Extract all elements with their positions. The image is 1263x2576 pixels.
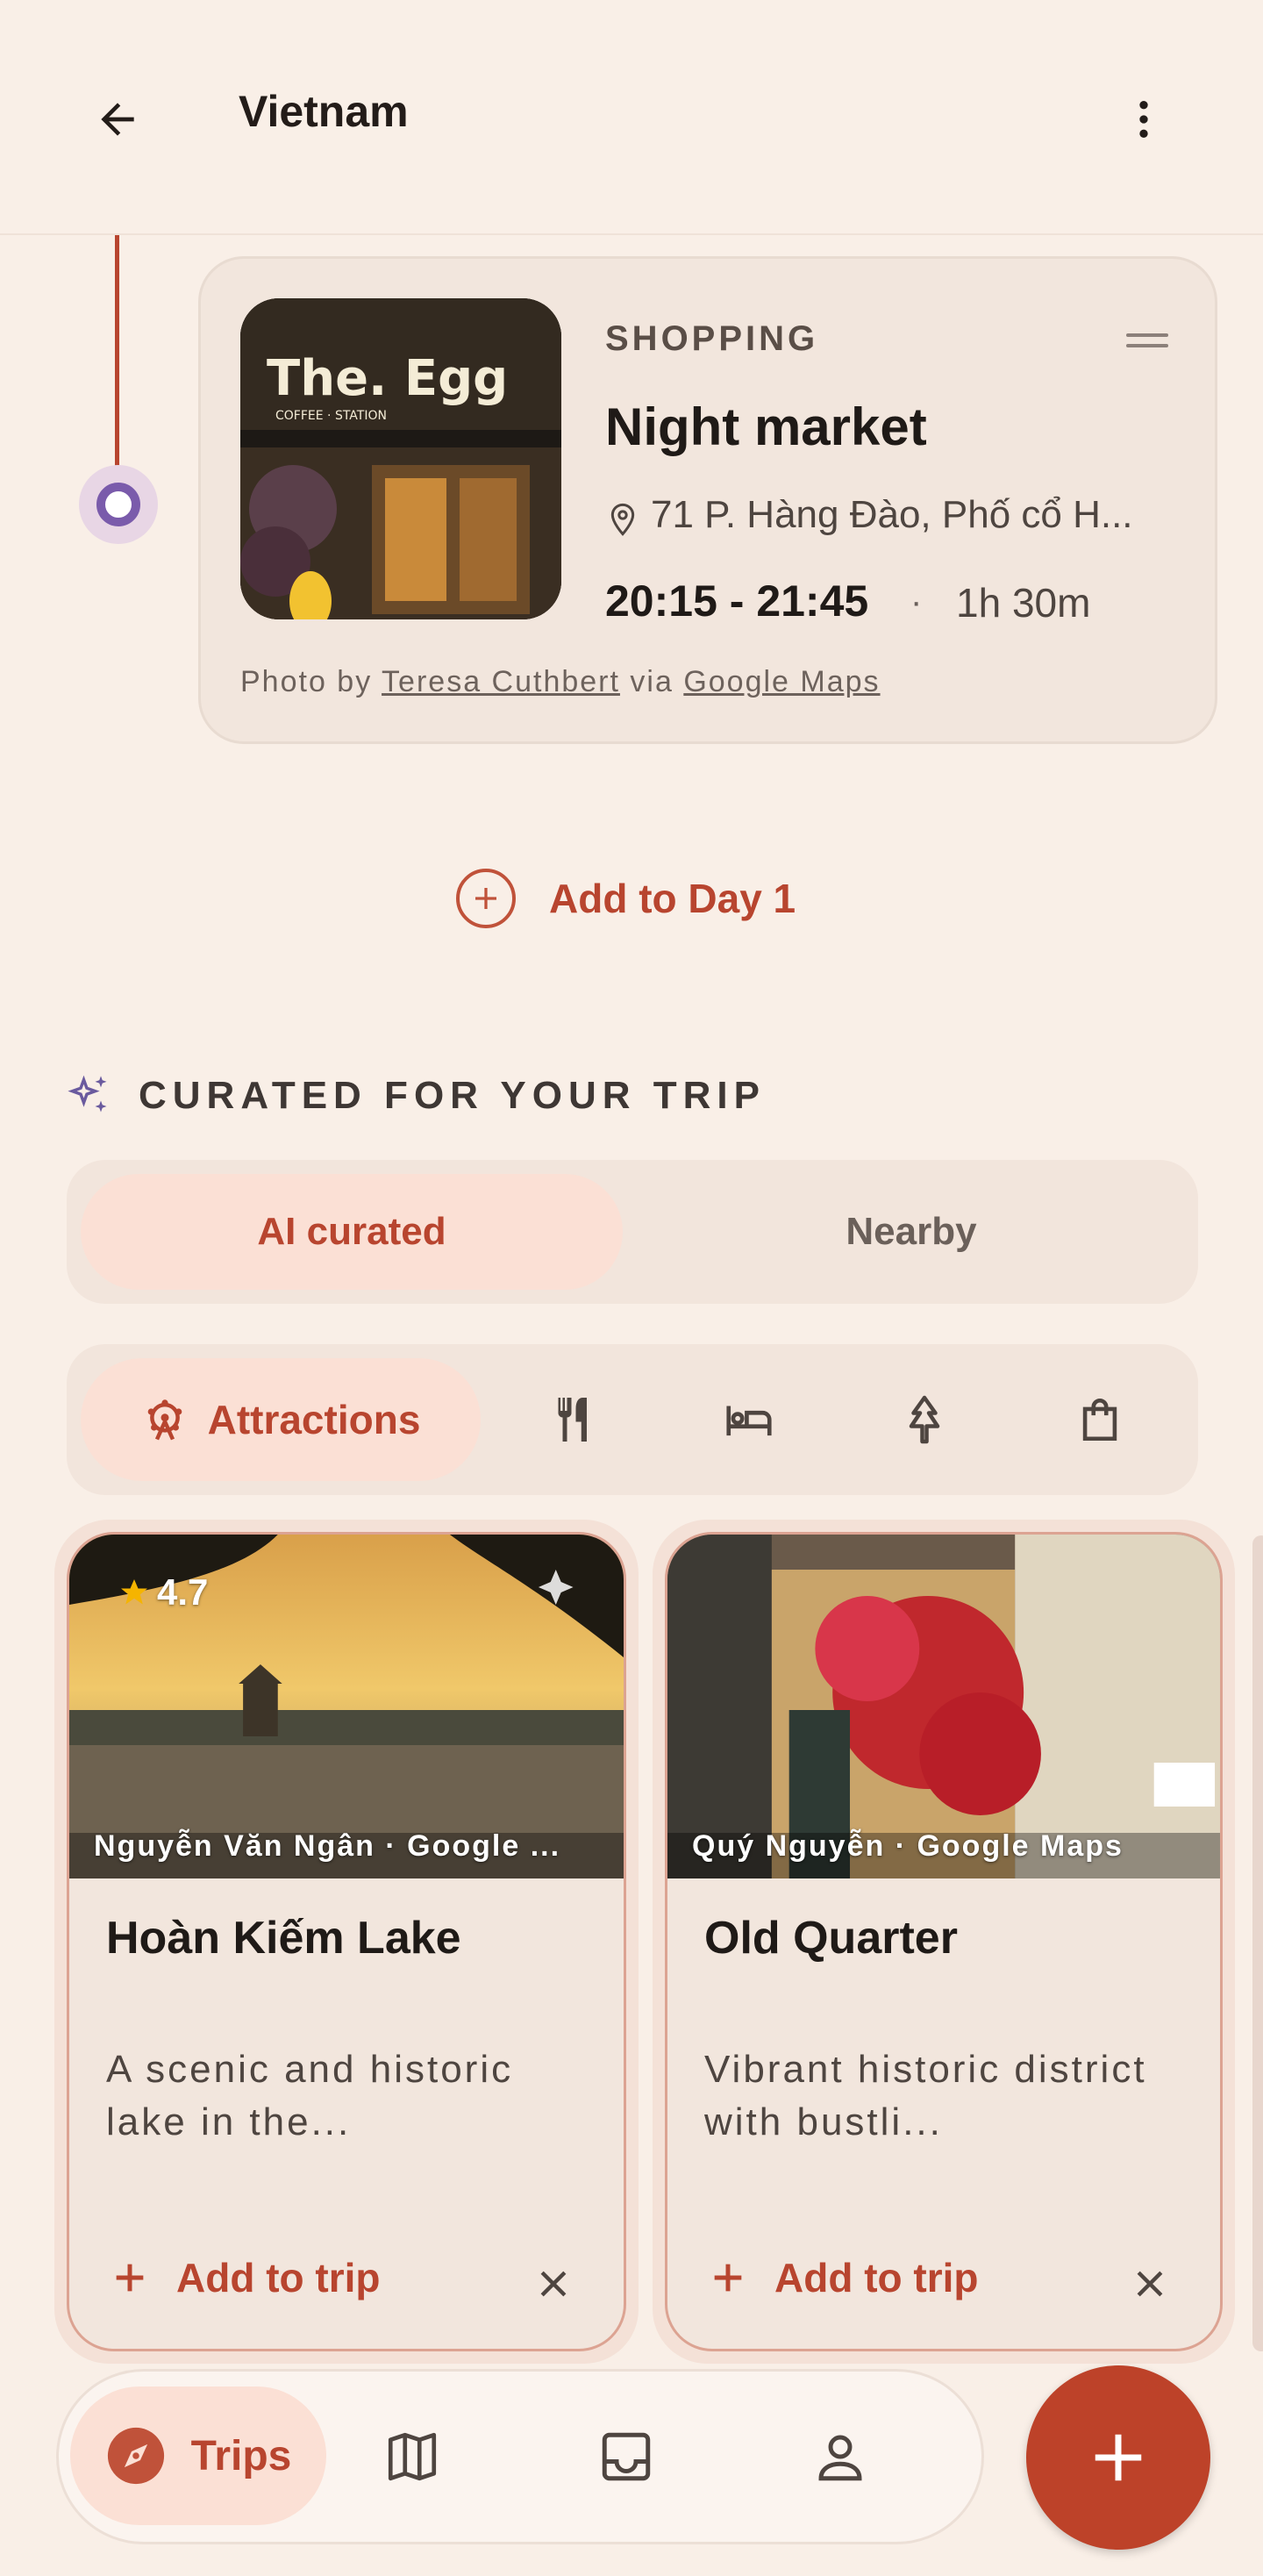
- add-to-trip-button[interactable]: Add to trip: [708, 2254, 979, 2301]
- tab-nearby[interactable]: Nearby: [640, 1174, 1182, 1290]
- location-pin-icon: [610, 503, 635, 536]
- curated-section-title: CURATED FOR YOUR TRIP: [139, 1074, 766, 1117]
- add-to-trip-label: Add to trip: [176, 2255, 381, 2301]
- nav-item-map[interactable]: [377, 2422, 447, 2492]
- page-title: Vietnam: [239, 87, 409, 136]
- add-to-day-label: Add to Day 1: [549, 876, 796, 921]
- activity-duration: 1h 30m: [956, 580, 1091, 626]
- close-icon: [540, 2271, 567, 2297]
- sparkle-icon: [68, 1075, 107, 1113]
- suggestion-card[interactable]: Quý Nguyễn · Google Maps Old Quarter Vib…: [665, 1532, 1223, 2351]
- app-bar: [0, 0, 1263, 235]
- category-attractions[interactable]: Attractions: [81, 1358, 481, 1481]
- category-nature[interactable]: [889, 1385, 960, 1455]
- suggestion-description: Vibrant historic district with bustli...: [704, 2048, 1147, 2143]
- add-icon: [116, 2264, 144, 2292]
- photo-author-link[interactable]: Teresa Cuthbert: [382, 665, 620, 698]
- suggestion-name: Hoàn Kiếm Lake: [106, 1913, 461, 1964]
- photo-credit: Photo by Teresa Cuthbert via Google Maps: [240, 665, 881, 699]
- add-to-trip-label: Add to trip: [774, 2255, 979, 2301]
- category-hotels[interactable]: [714, 1385, 784, 1455]
- nav-item-trips-label: Trips: [190, 2432, 292, 2479]
- restaurant-icon: [558, 1398, 587, 1442]
- timeline-line: [115, 235, 119, 481]
- category-shopping[interactable]: [1065, 1385, 1135, 1455]
- activity-category: SHOPPING: [605, 319, 819, 358]
- add-to-day-button[interactable]: Add to Day 1: [456, 863, 796, 934]
- ferris-wheel-icon: [147, 1399, 182, 1441]
- shopping-bag-icon: [1082, 1399, 1117, 1442]
- nav-item-inbox[interactable]: [591, 2422, 661, 2492]
- separator-dot: ·: [910, 583, 923, 621]
- add-icon: [714, 2264, 742, 2292]
- more-options-button[interactable]: [1103, 84, 1184, 154]
- nav-item-trips[interactable]: Trips: [70, 2386, 326, 2525]
- arrow-back-icon: [101, 103, 134, 136]
- suggestion-card-peek[interactable]: [1252, 1535, 1263, 2351]
- drag-handle-icon[interactable]: [1126, 333, 1168, 351]
- activity-name: Night market: [605, 397, 927, 456]
- photo-sign-text: The. Egg: [267, 350, 508, 407]
- inbox-icon: [602, 2432, 651, 2481]
- compass-icon: [107, 2427, 164, 2485]
- rating-badge: 4.7: [118, 1571, 208, 1614]
- photo-credit: Nguyễn Văn Ngân · Google ...: [94, 1829, 561, 1863]
- close-icon: [1137, 2271, 1163, 2297]
- timeline-dot: [96, 483, 140, 526]
- map-icon: [388, 2432, 437, 2481]
- dismiss-button[interactable]: [1124, 2258, 1176, 2310]
- star-icon: [121, 1579, 147, 1605]
- add-circle-icon: [456, 869, 516, 928]
- suggestion-card[interactable]: 4.7 Nguyễn Văn Ngân · Google ... Hoàn Ki…: [67, 1532, 626, 2351]
- photo-sign-sub: COFFEE · STATION: [275, 409, 387, 423]
- photo-credit-via: via: [619, 665, 684, 698]
- suggestion-description: A scenic and historic lake in the...: [106, 2048, 514, 2143]
- photo-credit-prefix: Photo by: [240, 665, 382, 698]
- park-icon: [909, 1395, 940, 1444]
- nav-item-profile[interactable]: [805, 2422, 875, 2492]
- activity-photo: The. Egg COFFEE · STATION: [240, 298, 561, 619]
- suggestion-name: Old Quarter: [704, 1913, 958, 1964]
- hotel-icon: [726, 1406, 772, 1436]
- add-to-trip-button[interactable]: Add to trip: [110, 2254, 381, 2301]
- category-attractions-label: Attractions: [207, 1397, 421, 1442]
- more-vert-icon: [1139, 101, 1148, 138]
- suggestion-photo: [667, 1535, 1220, 1878]
- add-icon: [1095, 2434, 1142, 2481]
- category-restaurants[interactable]: [539, 1385, 609, 1455]
- add-fab-button[interactable]: [1026, 2365, 1210, 2550]
- back-button[interactable]: [74, 84, 161, 154]
- tab-ai-curated[interactable]: AI curated: [81, 1174, 623, 1290]
- photo-credit: Quý Nguyễn · Google Maps: [692, 1829, 1124, 1863]
- activity-address: 71 P. Hàng Đào, Phố cổ H...: [651, 493, 1133, 536]
- rating-value: 4.7: [157, 1571, 209, 1613]
- person-icon: [818, 2435, 862, 2481]
- activity-time: 20:15 - 21:45: [605, 576, 869, 626]
- photo-source-link[interactable]: Google Maps: [683, 665, 880, 698]
- dismiss-button[interactable]: [527, 2258, 580, 2310]
